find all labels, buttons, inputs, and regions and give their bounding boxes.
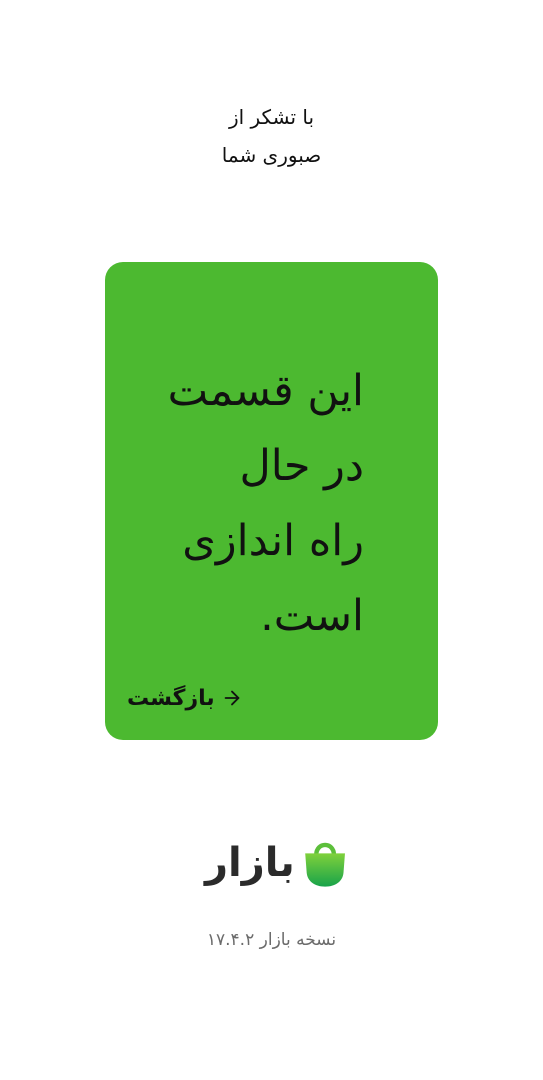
thanks-line-2: صبوری شما (221, 143, 322, 167)
back-button-label: بازگشت (127, 685, 215, 711)
shopping-bag-icon (305, 842, 345, 887)
message-line: این قسمت (167, 366, 364, 416)
thanks-message: با تشکر از صبوری شما (0, 98, 543, 174)
message-line: است. (260, 591, 364, 641)
app-version: نسخه بازار ۱۷.۴.۲ (206, 930, 337, 950)
bazaar-logo: بازار (205, 826, 347, 900)
message-line: راه اندازی (182, 516, 364, 566)
message-line: در حال (239, 441, 364, 491)
bazaar-wordmark: بازار (205, 840, 296, 886)
back-button[interactable]: بازگشت (127, 680, 243, 716)
under-construction-message: این قسمت در حال راه اندازی است. (134, 354, 364, 654)
thanks-line-1: با تشکر از (228, 105, 315, 129)
arrow-right-icon (224, 690, 239, 706)
under-construction-card: این قسمت در حال راه اندازی است. بازگشت (105, 262, 438, 740)
